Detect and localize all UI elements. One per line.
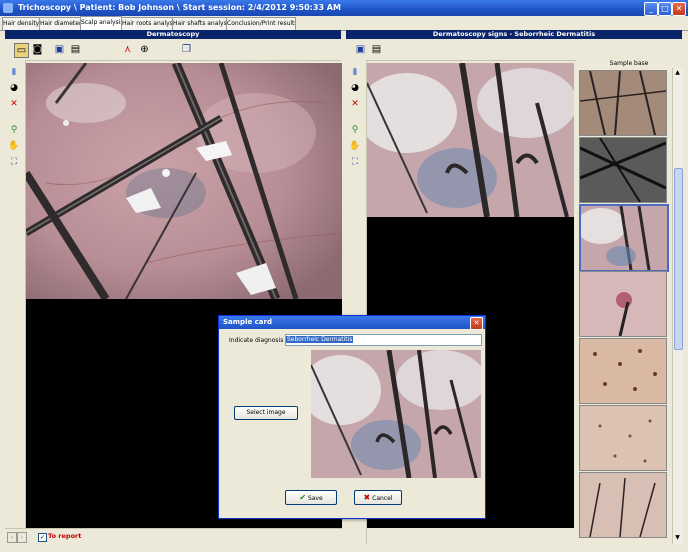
- save-button-label: Save: [307, 495, 323, 502]
- copy-icon[interactable]: ❐: [180, 43, 193, 56]
- color-palette-icon[interactable]: ◕: [349, 82, 361, 94]
- sample-base-scrollbar[interactable]: ▲ ▼: [672, 68, 683, 544]
- tab-hair-roots-analysis[interactable]: Hair roots analysis: [121, 17, 173, 30]
- scroll-up-icon[interactable]: ▲: [674, 69, 681, 77]
- diagnosis-label: Indicate diagnosis: [229, 337, 284, 344]
- save-button[interactable]: ✔ Save: [285, 490, 337, 505]
- tab-hair-shafts-analysis[interactable]: Hair shafts analysis: [172, 17, 227, 30]
- delete-icon[interactable]: ✕: [8, 98, 20, 110]
- left-status-bar: ‹ › ✓ To report: [5, 528, 342, 545]
- to-report-label: To report: [48, 532, 82, 540]
- sample-thumbnail[interactable]: [579, 405, 667, 471]
- sample-base-header: Sample base: [576, 60, 682, 68]
- scroll-right-icon[interactable]: ›: [17, 532, 27, 543]
- to-report-checkbox[interactable]: ✓: [38, 533, 47, 542]
- hand-pan-icon[interactable]: ✋: [349, 140, 361, 152]
- app-icon: [3, 3, 13, 13]
- zoom-icon[interactable]: ⚲: [349, 124, 361, 136]
- tab-scalp-analysis[interactable]: Scalp analysis: [80, 16, 122, 31]
- close-button[interactable]: ✕: [672, 2, 686, 16]
- dialog-title: Sample card: [219, 316, 485, 329]
- right-panel-header: Dermatoscopy signs - Seborrheic Dermatit…: [346, 30, 682, 39]
- sample-thumbnail[interactable]: [579, 472, 667, 538]
- tab-hair-diameter[interactable]: Hair diameter: [39, 17, 81, 30]
- sample-card-image: [311, 350, 481, 478]
- marker-icon[interactable]: ▮: [8, 66, 20, 78]
- dermatoscopy-image[interactable]: [26, 63, 342, 299]
- tab-conclusion-print-results[interactable]: Conclusion/Print results: [226, 17, 296, 30]
- checkmark-icon: ✔: [299, 493, 307, 502]
- title-bar: Trichoscopy \ Patient: Bob Johnson \ Sta…: [0, 0, 688, 16]
- crosshair-icon[interactable]: ⊕: [138, 43, 151, 56]
- hand-pan-icon[interactable]: ✋: [8, 140, 20, 152]
- dermatoscopy-header: Dermatoscopy: [5, 30, 341, 39]
- camera-icon[interactable]: ◙: [31, 43, 44, 56]
- scroll-down-icon[interactable]: ▼: [674, 534, 681, 542]
- maximize-button[interactable]: □: [658, 2, 672, 16]
- window-title: Trichoscopy \ Patient: Bob Johnson \ Sta…: [18, 3, 341, 12]
- print-icon[interactable]: ▤: [69, 43, 82, 56]
- fit-screen-icon[interactable]: ⛶: [8, 156, 20, 168]
- select-image-button[interactable]: Select image: [234, 406, 298, 420]
- fit-screen-icon[interactable]: ⛶: [349, 156, 361, 168]
- save-disk-icon[interactable]: ▣: [53, 43, 66, 56]
- save-disk-icon[interactable]: ▣: [354, 43, 367, 56]
- marker-icon[interactable]: ▮: [349, 66, 361, 78]
- dialog-close-icon[interactable]: ✕: [470, 317, 483, 330]
- measure-angle-icon[interactable]: ⋏: [121, 43, 134, 56]
- sample-thumbnail[interactable]: [579, 338, 667, 404]
- left-toolbar: ▭ ◙ ▣ ▤ ⋏ ⊕ ❐: [5, 40, 341, 61]
- scroll-left-icon[interactable]: ‹: [7, 532, 17, 543]
- cancel-button-label: Cancel: [372, 495, 393, 502]
- minimize-button[interactable]: _: [644, 2, 658, 16]
- zoom-icon[interactable]: ⚲: [8, 124, 20, 136]
- tab-bar: Hair density Hair diameter Scalp analysi…: [0, 16, 688, 31]
- sample-thumbnail[interactable]: [579, 271, 667, 337]
- cancel-button[interactable]: ✖ Cancel: [354, 490, 402, 505]
- delete-icon[interactable]: ✕: [349, 98, 361, 110]
- open-folder-icon[interactable]: ▭: [14, 43, 29, 58]
- print-icon[interactable]: ▤: [370, 43, 383, 56]
- sample-thumbnail[interactable]: [579, 70, 667, 136]
- diagnosis-sample-image: [367, 63, 574, 217]
- tab-hair-density[interactable]: Hair density: [2, 17, 40, 30]
- sample-thumbnail[interactable]: [579, 137, 667, 203]
- sample-thumbnail-selected[interactable]: [579, 204, 669, 272]
- scrollbar-thumb[interactable]: [674, 168, 683, 350]
- color-palette-icon[interactable]: ◕: [8, 82, 20, 94]
- left-tool-sidebar: ▮ ◕ ✕ ⚲ ✋ ⛶: [5, 60, 26, 528]
- sample-card-dialog: Sample card ✕ Indicate diagnosis Seborrh…: [218, 315, 486, 519]
- sample-base-list: [576, 68, 672, 544]
- cancel-x-icon: ✖: [363, 493, 371, 502]
- right-toolbar: ▣ ▤: [346, 40, 682, 61]
- diagnosis-input[interactable]: Seborrheic Dermatitis: [285, 334, 482, 346]
- diagnosis-value: Seborrheic Dermatitis: [286, 336, 354, 343]
